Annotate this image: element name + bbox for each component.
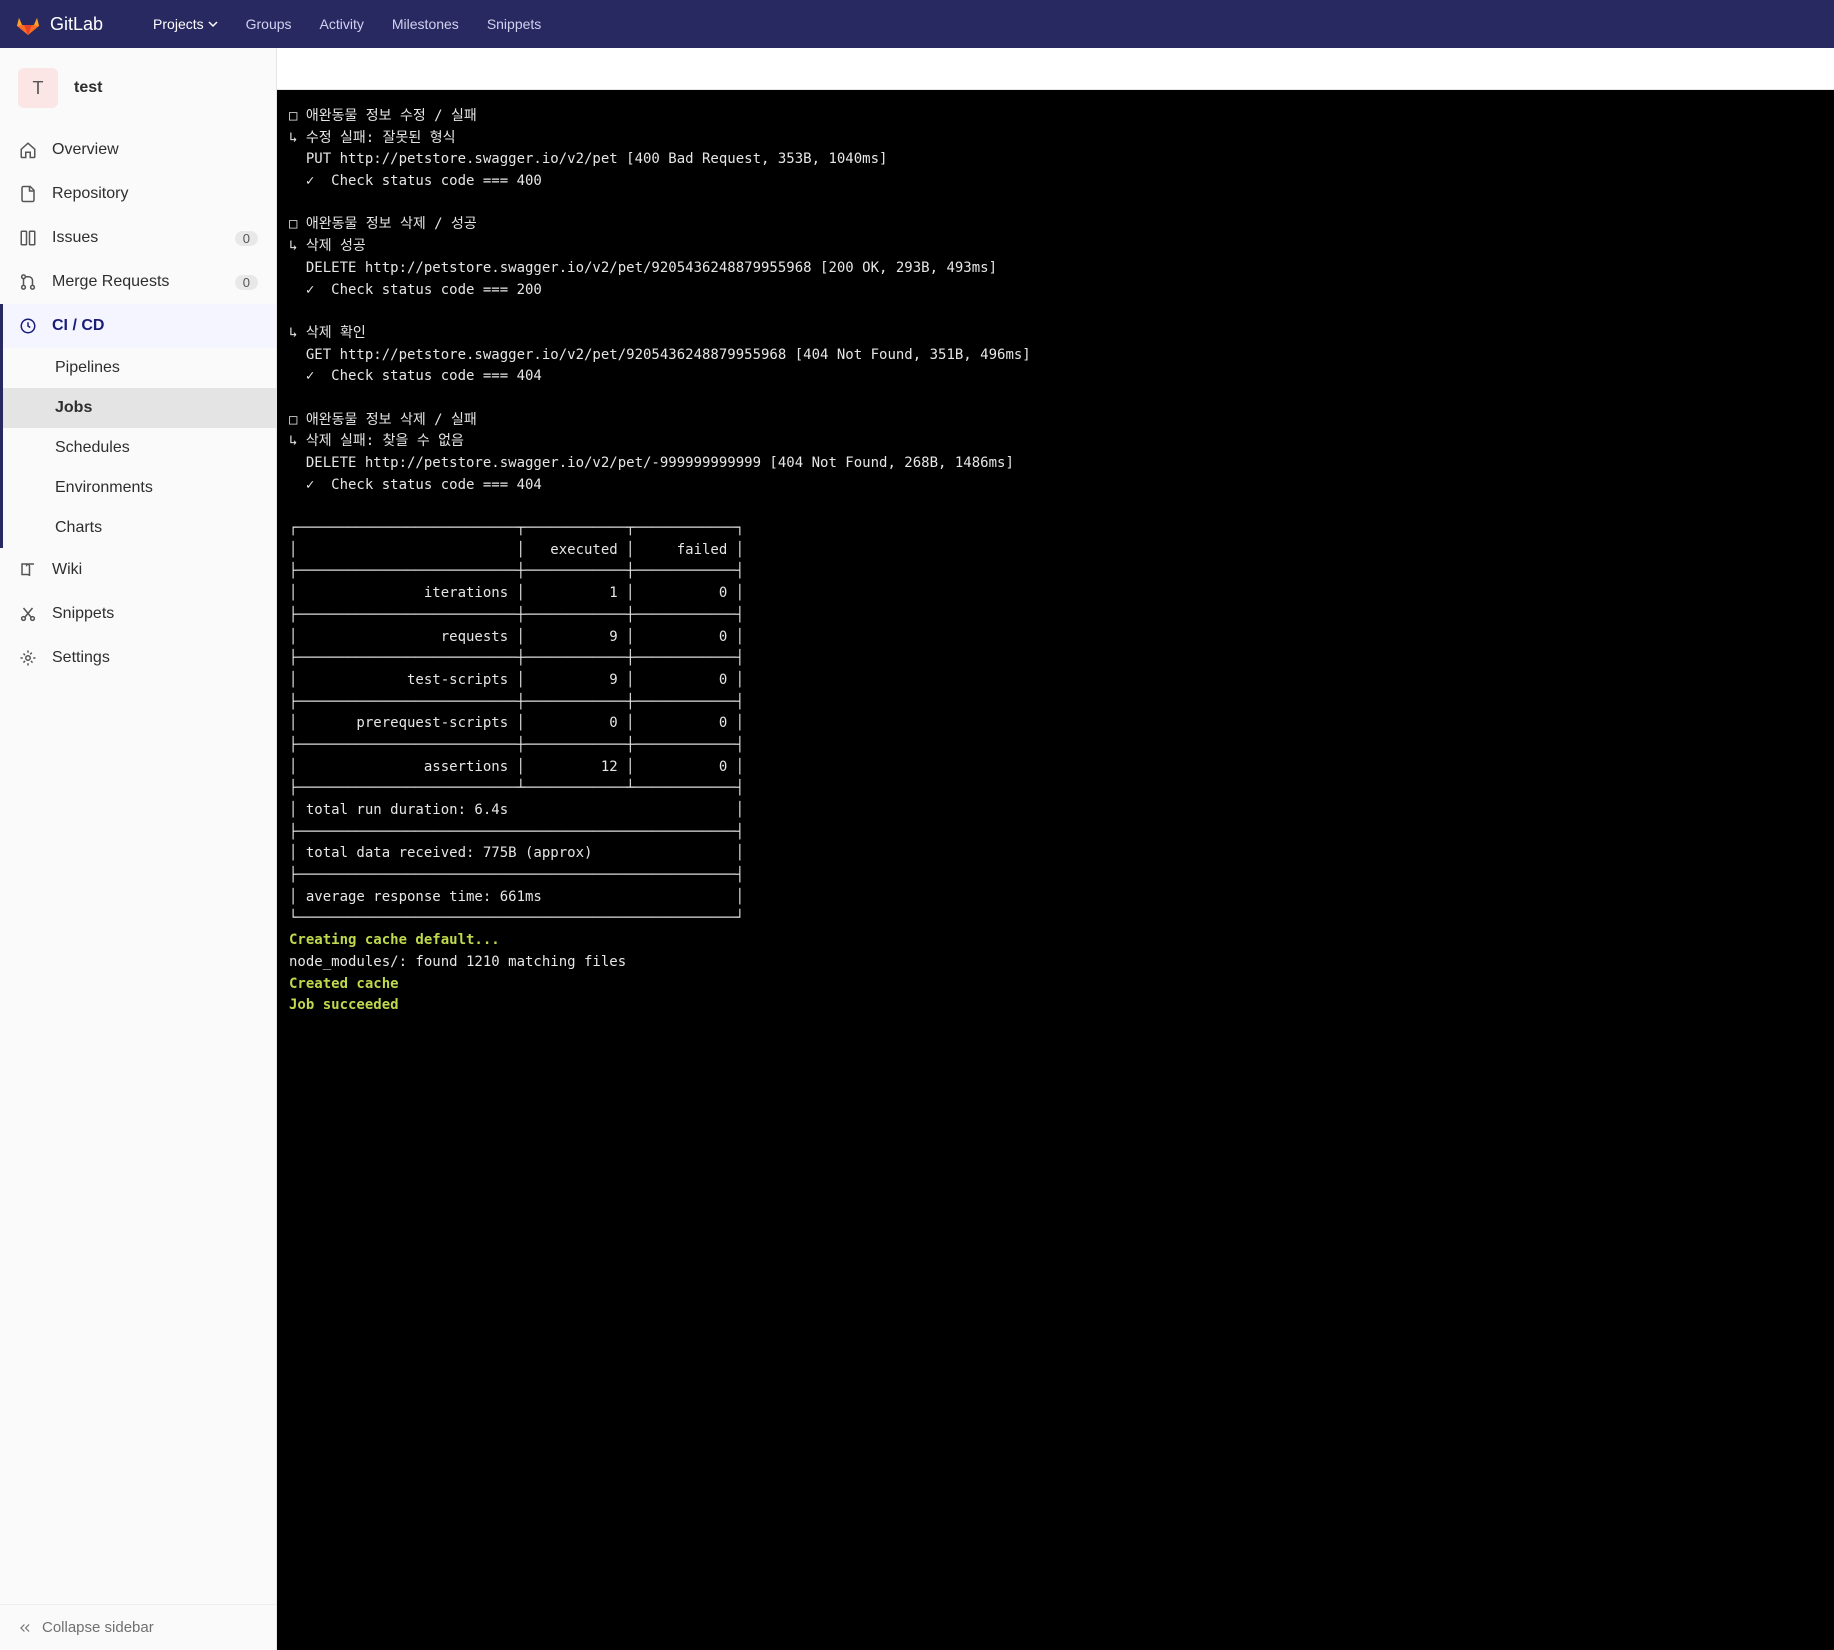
- collapse-sidebar[interactable]: Collapse sidebar: [0, 1604, 276, 1650]
- merge-icon: [18, 272, 38, 292]
- topnav-projects[interactable]: Projects: [141, 8, 230, 40]
- chevron-down-icon: [208, 19, 218, 29]
- sidebar-item-ci-cd[interactable]: CI / CD: [0, 304, 276, 348]
- job-log-terminal[interactable]: □ 애완동물 정보 수정 / 실패 ↳ 수정 실패: 잘못된 형식 PUT ht…: [277, 90, 1834, 1650]
- sidebar-item-snippets[interactable]: Snippets: [0, 592, 276, 636]
- topnav-groups[interactable]: Groups: [234, 8, 304, 40]
- project-name: test: [74, 79, 102, 97]
- nav-list: Overview Repository Issues 0 Merge Reque…: [0, 120, 276, 680]
- subnav-jobs[interactable]: Jobs: [0, 388, 276, 428]
- doc-icon: [18, 184, 38, 204]
- sidebar: T test Overview Repository Issues 0 Merg…: [0, 48, 277, 1650]
- project-header[interactable]: T test: [0, 48, 276, 120]
- subnav-schedules[interactable]: Schedules: [0, 428, 276, 468]
- top-nav: Projects Groups Activity Milestones Snip…: [141, 8, 553, 40]
- sidebar-item-repository[interactable]: Repository: [0, 172, 276, 216]
- snippets-icon: [18, 604, 38, 624]
- gitlab-logo-icon: [16, 12, 40, 36]
- issues-icon: [18, 228, 38, 248]
- wiki-icon: [18, 560, 38, 580]
- subnav-environments[interactable]: Environments: [0, 468, 276, 508]
- topbar: GitLab Projects Groups Activity Mileston…: [0, 0, 1834, 48]
- subnav-pipelines[interactable]: Pipelines: [0, 348, 276, 388]
- brand-text: GitLab: [50, 14, 103, 35]
- subnav-charts[interactable]: Charts: [0, 508, 276, 548]
- brand[interactable]: GitLab: [16, 12, 103, 36]
- main-content: □ 애완동물 정보 수정 / 실패 ↳ 수정 실패: 잘못된 형식 PUT ht…: [277, 48, 1834, 1650]
- home-icon: [18, 140, 38, 160]
- gear-icon: [18, 648, 38, 668]
- sidebar-item-merge-requests[interactable]: Merge Requests 0: [0, 260, 276, 304]
- chevron-left-icon: [18, 1621, 32, 1635]
- mr-badge: 0: [235, 275, 258, 290]
- cicd-subnav: Pipelines Jobs Schedules Environments Ch…: [0, 348, 276, 548]
- topnav-activity[interactable]: Activity: [308, 8, 376, 40]
- topnav-milestones[interactable]: Milestones: [380, 8, 471, 40]
- sidebar-item-issues[interactable]: Issues 0: [0, 216, 276, 260]
- sidebar-item-overview[interactable]: Overview: [0, 128, 276, 172]
- issues-badge: 0: [235, 231, 258, 246]
- project-avatar: T: [18, 68, 58, 108]
- topnav-snippets[interactable]: Snippets: [475, 8, 553, 40]
- cicd-icon: [18, 316, 38, 336]
- sidebar-item-settings[interactable]: Settings: [0, 636, 276, 680]
- sidebar-item-wiki[interactable]: Wiki: [0, 548, 276, 592]
- content-header-spacer: [277, 48, 1834, 90]
